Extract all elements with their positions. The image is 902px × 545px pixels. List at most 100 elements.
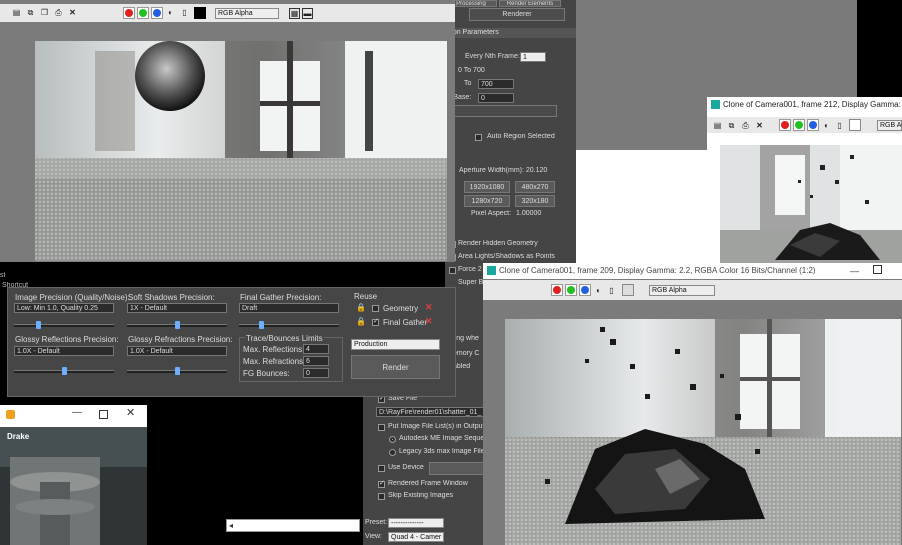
pixel-aspect-value: 1.00000 [516,210,542,217]
preset-1280x720-button[interactable]: 1280x720 [464,195,510,207]
tab-renderer[interactable]: Renderer [469,8,565,21]
green-channel-toggle[interactable] [565,284,577,296]
render-output-section: Save File D:\RayFire\render01\shatter_01… [363,394,491,545]
max-refractions-input[interactable]: 6 [303,356,329,366]
overlay-toggle-icon[interactable]: ▬ [302,8,313,19]
blue-channel-toggle[interactable] [579,284,591,296]
skip-existing-checkbox[interactable] [378,493,385,500]
fg-bounces-input[interactable]: 0 [303,368,329,378]
copy-image-icon[interactable]: ⧉ [727,121,736,130]
red-channel-toggle[interactable] [551,284,563,296]
minimize-icon[interactable]: — [850,266,859,276]
preset-320x180-button[interactable]: 320x180 [515,195,555,207]
glossy-reflections-field[interactable]: 1.0X - Default [14,346,114,356]
soft-shadows-label: Soft Shadows Precision: [128,293,215,302]
clear-icon[interactable]: ✕ [755,121,764,130]
render-mode-dropdown[interactable]: Production [351,339,440,350]
image-precision-thumb[interactable] [36,321,41,329]
alpha-channel-icon[interactable]: ◐ [594,286,603,295]
max-refractions-label: Max. Refractions: [243,357,306,366]
color-swatch[interactable] [849,119,861,131]
scroll-left-icon[interactable]: ◂ [229,521,233,530]
color-swatch[interactable] [622,284,634,296]
put-image-list-checkbox[interactable] [378,424,385,431]
maximize-icon[interactable] [873,265,882,274]
red-channel-toggle[interactable] [779,119,791,131]
lock-geometry-icon[interactable]: 🔒 [356,303,366,312]
every-nth-input[interactable]: 1 [520,52,546,62]
save-image-icon[interactable]: ▤ [12,8,21,17]
image-precision-label: Image Precision (Quality/Noise): [15,293,130,302]
green-channel-toggle[interactable] [793,119,805,131]
frames-input[interactable] [447,105,557,117]
memory-label: emory C [453,350,480,357]
alpha-channel-icon[interactable]: ◐ [822,121,831,130]
preset-480x270-button[interactable]: 480x270 [515,181,555,193]
glossy-refractions-thumb[interactable] [175,367,180,375]
desktop-label-st: st [0,272,6,279]
maximize-icon[interactable] [99,410,108,419]
monochrome-icon[interactable]: ▯ [835,121,844,130]
print-icon[interactable]: ⎙ [54,8,63,17]
file-number-base-input[interactable]: 0 [478,93,514,103]
preset-1920x1080-button[interactable]: 1920x1080 [464,181,510,193]
color-swatch[interactable] [194,7,206,19]
display-toggle-icon[interactable]: ▦ [289,8,300,19]
use-device-checkbox[interactable] [378,465,385,472]
force-2sided-checkbox[interactable] [449,267,456,274]
auto-region-checkbox[interactable] [475,134,482,141]
green-channel-toggle[interactable] [137,7,149,19]
glossy-refractions-field[interactable]: 1.0X - Default [127,346,227,356]
soft-shadows-field[interactable]: 1X - Default [127,303,227,313]
tab-render-elements[interactable]: Render Elements [499,0,561,7]
legacy-radio[interactable] [389,449,396,456]
section-common-parameters[interactable]: mon Parameters [445,28,578,38]
blue-channel-toggle[interactable] [807,119,819,131]
blue-channel-toggle[interactable] [151,7,163,19]
minimize-icon[interactable]: — [72,407,82,418]
final-gather-field[interactable]: Draft [239,303,339,313]
red-channel-toggle[interactable] [123,7,135,19]
channel-dropdown[interactable]: RGB Alpha [649,285,715,296]
soft-shadows-thumb[interactable] [175,321,180,329]
autodesk-me-radio[interactable] [389,436,396,443]
output-file-path[interactable]: D:\RayFire\render01\shatter_01_ [376,407,490,417]
image-precision-field[interactable]: Low: Min 1.0, Quality 0.25 [14,303,114,313]
lock-final-gather-icon[interactable]: 🔒 [356,317,366,326]
clone-209-title: Clone of Camera001, frame 209, Display G… [499,266,816,275]
rendered-frame-window-label: Rendered Frame Window [388,480,468,487]
rendered-frame-window-checkbox[interactable] [378,479,385,488]
monochrome-icon[interactable]: ▯ [180,8,189,17]
clear-icon[interactable]: ✕ [68,8,77,17]
max-reflections-label: Max. Reflections: [243,345,305,354]
close-icon[interactable]: ✕ [126,406,135,419]
monochrome-icon[interactable]: ▯ [607,286,616,295]
album-art [0,427,147,545]
view-dropdown[interactable]: Quad 4 - Camer [388,532,444,542]
save-image-icon[interactable]: ▤ [713,121,722,130]
preset-dropdown[interactable]: -------------- [388,518,444,528]
image-precision-slider[interactable] [14,324,114,327]
devices-button[interactable] [429,462,491,475]
final-gather-slider[interactable] [239,324,339,327]
glossy-reflections-thumb[interactable] [62,367,67,375]
alpha-channel-icon[interactable]: ◐ [166,8,175,17]
copy-image-icon[interactable]: ⧉ [26,8,35,17]
save-file-checkbox[interactable] [378,394,385,403]
range-to-input[interactable]: 700 [478,79,514,89]
reuse-final-gather-checkbox[interactable] [372,317,379,326]
print-icon[interactable]: ⎙ [741,121,750,130]
clone-212-image [720,145,902,267]
max-reflections-input[interactable]: 4 [303,344,329,354]
clone-window-icon[interactable]: ❐ [40,8,49,17]
channel-dropdown[interactable]: RGB Alpha [215,8,279,19]
final-gather-thumb[interactable] [259,321,264,329]
horizontal-scrollbar[interactable]: ◂ [226,519,360,532]
drake-window: — ✕ Drake [0,405,147,545]
clear-geometry-icon[interactable]: ✕ [425,303,433,312]
render-button[interactable]: Render [351,355,440,379]
reuse-geometry-checkbox[interactable] [372,305,379,312]
max-logo-icon [487,266,496,275]
clear-final-gather-icon[interactable]: ✕ [425,317,433,326]
channel-dropdown[interactable]: RGB Alph [877,120,902,131]
